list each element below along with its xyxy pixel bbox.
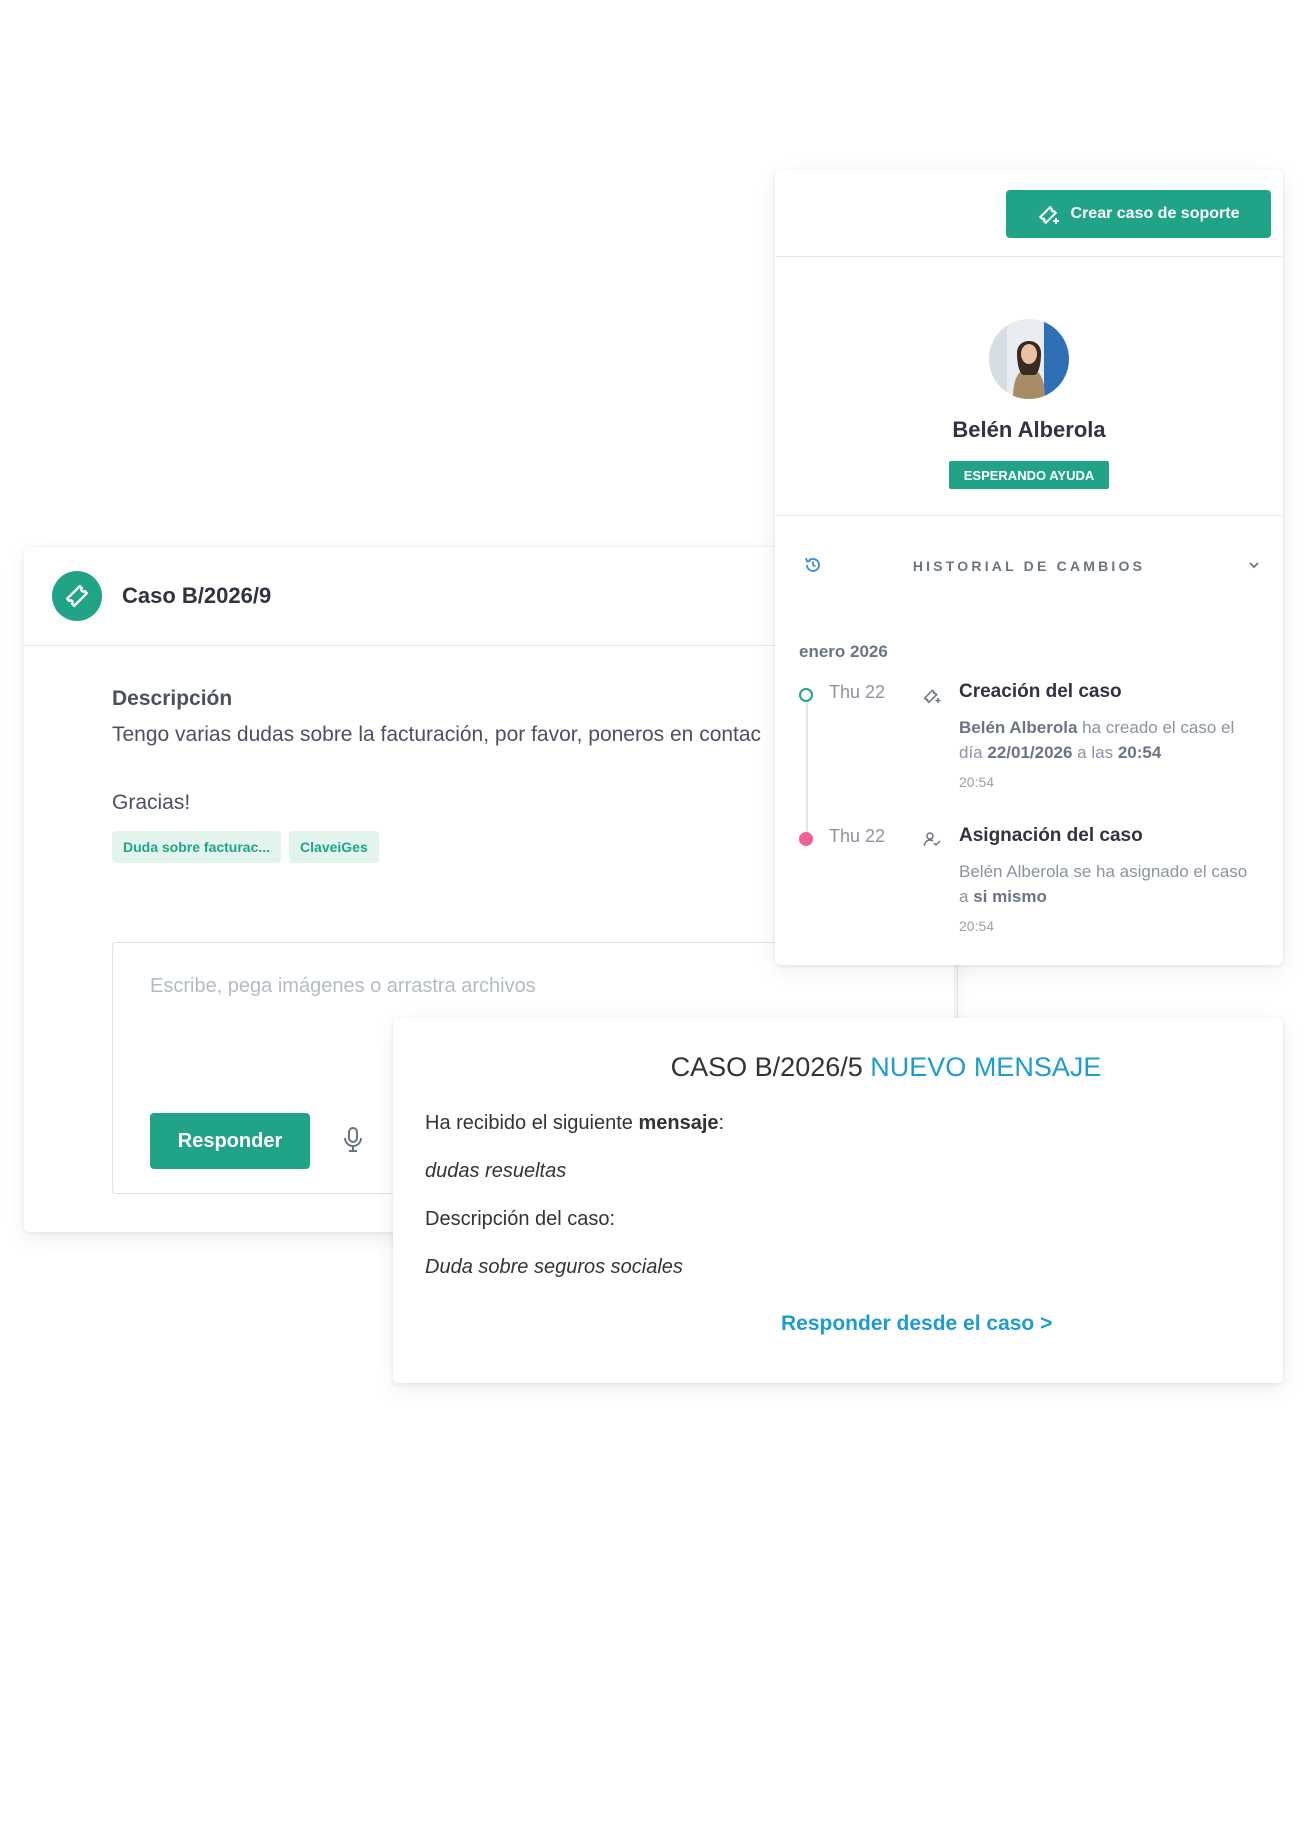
ticket-sparkle-icon	[923, 686, 941, 709]
tag-chip[interactable]: ClaveiGes	[289, 831, 379, 863]
event-title: Creación del caso	[959, 681, 1122, 702]
timeline-dot	[799, 832, 813, 846]
event-description: Belén Alberola se ha asignado el caso a …	[959, 862, 1248, 906]
history-title: HISTORIAL DE CAMBIOS	[912, 558, 1146, 574]
status-badge: ESPERANDO AYUDA	[949, 461, 1109, 489]
event-time: 20:54	[959, 774, 995, 790]
event-description: Belén Alberola ha creado el caso el día …	[959, 718, 1235, 762]
case-side-panel: Crear caso de soporte Belén Alberola ESP…	[775, 170, 1283, 965]
chevron-down-icon[interactable]	[1247, 558, 1261, 577]
event-date: Thu 22	[829, 826, 886, 846]
email-description-label: Descripción del caso:	[425, 1208, 616, 1230]
timeline-line	[806, 697, 808, 837]
panel-toolbar: Crear caso de soporte	[775, 170, 1283, 257]
email-intro: Ha recibido el siguiente mensaje:	[425, 1112, 725, 1134]
microphone-icon[interactable]	[343, 1126, 363, 1159]
email-message: dudas resueltas	[425, 1160, 567, 1182]
event-title: Asignación del caso	[959, 825, 1143, 846]
tag-chip[interactable]: Duda sobre facturac...	[112, 831, 282, 863]
reply-placeholder[interactable]: Escribe, pega imágenes o arrastra archiv…	[150, 975, 536, 998]
event-date: Thu 22	[829, 682, 886, 702]
avatar	[989, 319, 1069, 399]
create-support-case-label: Crear caso de soporte	[1070, 205, 1240, 222]
month-label: enero 2026	[799, 642, 888, 661]
create-support-case-button[interactable]: Crear caso de soporte	[1006, 190, 1271, 238]
requester-name: Belén Alberola	[952, 417, 1106, 442]
reply-button[interactable]: Responder	[150, 1113, 310, 1169]
email-title: CASO B/2026/5 NUEVO MENSAJE	[393, 1052, 1283, 1083]
ticket-icon	[52, 571, 102, 621]
history-header[interactable]: HISTORIAL DE CAMBIOS	[775, 516, 1283, 612]
reply-from-case-link[interactable]: Responder desde el caso >	[781, 1312, 1052, 1336]
ticket-plus-icon	[1038, 205, 1059, 225]
email-description-value: Duda sobre seguros sociales	[425, 1256, 683, 1278]
case-title: Caso B/2026/9	[122, 583, 272, 608]
timeline-dot	[799, 688, 813, 702]
user-assign-icon	[923, 830, 941, 853]
event-time: 20:54	[959, 918, 995, 934]
email-case-id: CASO B/2026/5	[670, 1052, 863, 1082]
email-new-message-label: NUEVO MENSAJE	[870, 1052, 1102, 1082]
email-notification-card: CASO B/2026/5 NUEVO MENSAJE Ha recibido …	[393, 1018, 1283, 1383]
requester-profile: Belén Alberola ESPERANDO AYUDA	[775, 257, 1283, 516]
